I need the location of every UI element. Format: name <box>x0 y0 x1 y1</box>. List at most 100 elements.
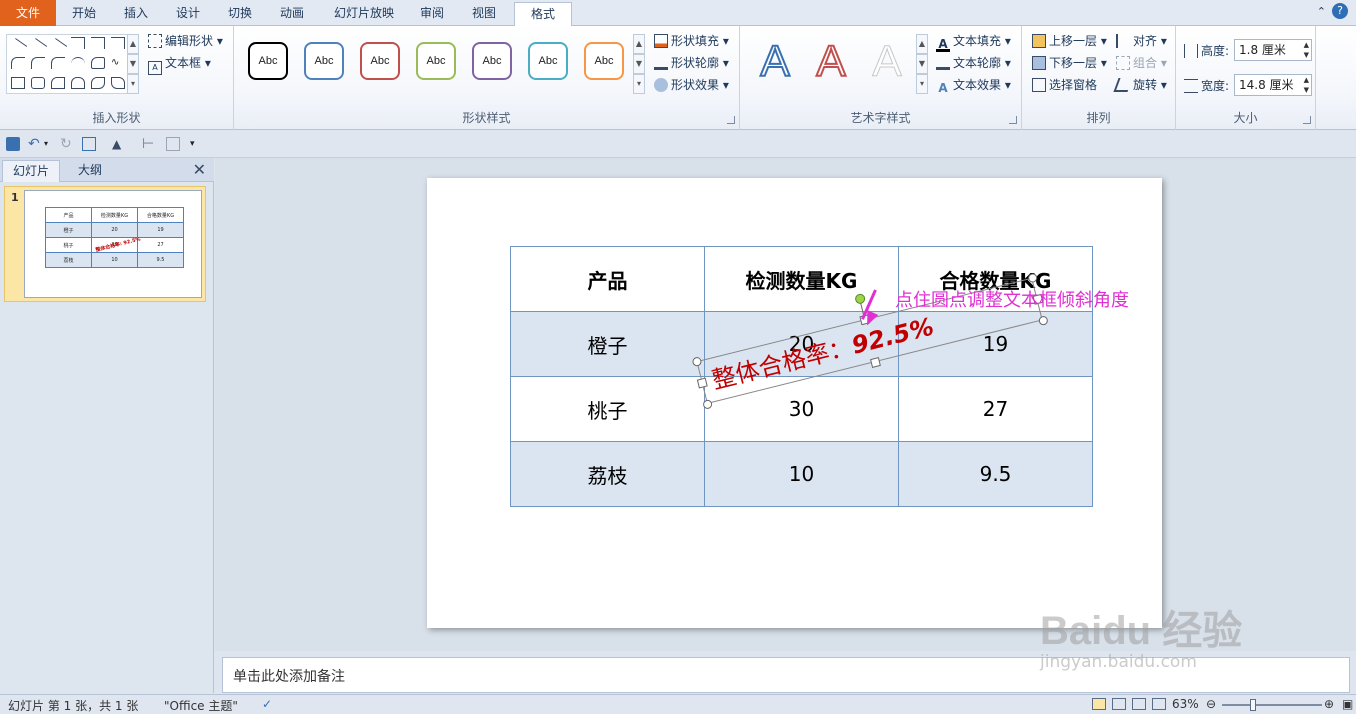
resize-handle-left[interactable] <box>696 377 708 389</box>
header-cell-product[interactable]: 产品 <box>510 246 705 312</box>
save-icon[interactable] <box>6 137 20 151</box>
curved-arrow-icon[interactable] <box>31 57 45 69</box>
crop-icon[interactable]: ⊢ <box>142 137 156 151</box>
theme-status[interactable]: "Office 主题" <box>164 697 238 714</box>
zoom-out-icon[interactable]: ⊖ <box>1206 697 1216 711</box>
tab-slides[interactable]: 幻灯片 <box>2 160 60 182</box>
slide-sorter-icon[interactable] <box>1112 698 1126 710</box>
styles-scroll-up-icon[interactable]: ▲ <box>633 34 645 54</box>
fit-to-window-icon[interactable]: ▣ <box>1342 697 1353 711</box>
tab-animations[interactable]: 动画 <box>270 2 314 26</box>
shape-effects-button[interactable]: 形状效果 ▾ <box>654 76 729 93</box>
elbow-connector-icon[interactable] <box>71 37 85 49</box>
round-diagonal-icon[interactable] <box>91 77 105 89</box>
shapes-scroll-up-icon[interactable]: ▲ <box>127 34 139 54</box>
align-button[interactable]: 对齐 ▾ <box>1116 32 1167 49</box>
tab-design[interactable]: 设计 <box>166 2 210 26</box>
tab-insert[interactable]: 插入 <box>114 2 158 26</box>
snip-diagonal-icon[interactable] <box>111 77 125 89</box>
scribble-icon[interactable]: ∿ <box>111 57 125 69</box>
shapes-gallery[interactable]: ∿ <box>6 34 134 94</box>
round-single-corner-icon[interactable] <box>71 77 85 89</box>
wordart-scroll-down-icon[interactable]: ▼ <box>916 54 928 74</box>
normal-view-icon[interactable] <box>1092 698 1106 710</box>
rounded-rectangle-icon[interactable] <box>31 77 45 89</box>
freeform-icon[interactable] <box>91 57 105 69</box>
text-outline-button[interactable]: 文本轮廓 ▾ <box>936 54 1011 71</box>
collapse-ribbon-icon[interactable]: ⌃ <box>1317 5 1326 18</box>
height-spinner-icon[interactable]: ▲ ▼ <box>1304 40 1309 60</box>
wordart-style-1[interactable]: A <box>750 37 800 87</box>
curve-icon[interactable] <box>71 57 85 69</box>
rectangle-shape-icon[interactable] <box>11 77 25 89</box>
width-spinner-icon[interactable]: ▲ ▼ <box>1304 75 1309 95</box>
rotate-button[interactable]: 旋转 ▾ <box>1113 76 1167 93</box>
text-fill-button[interactable]: A 文本填充 ▾ <box>936 32 1011 52</box>
text-box-button[interactable]: A 文本框 ▾ <box>148 54 211 75</box>
shapes-more-icon[interactable]: ▾ <box>127 74 139 94</box>
styles-scroll-down-icon[interactable]: ▼ <box>633 54 645 74</box>
tab-format[interactable]: 格式 <box>514 2 572 27</box>
shape-style-preset[interactable]: Abc <box>472 42 512 80</box>
shape-outline-button[interactable]: 形状轮廓 ▾ <box>654 54 729 71</box>
shape-style-preset[interactable]: Abc <box>248 42 288 80</box>
zoom-level[interactable]: 63% <box>1172 697 1199 711</box>
tab-slideshow[interactable]: 幻灯片放映 <box>326 2 402 26</box>
wordart-style-3[interactable]: A <box>862 37 912 86</box>
shape-styles-launcher-icon[interactable] <box>727 116 735 124</box>
wordart-style-2[interactable]: A <box>806 37 856 87</box>
wordart-more-icon[interactable]: ▾ <box>916 74 928 94</box>
tab-home[interactable]: 开始 <box>62 2 106 26</box>
shape-fill-button[interactable]: 形状填充 ▾ <box>654 32 729 49</box>
zoom-slider-thumb[interactable] <box>1250 699 1256 711</box>
selection-pane-button[interactable]: 选择窗格 <box>1032 76 1097 93</box>
distribute-icon[interactable] <box>166 137 180 151</box>
slideshow-view-icon[interactable] <box>1152 698 1166 710</box>
line-shape-icon[interactable] <box>8 38 28 56</box>
curved-connector-icon[interactable] <box>11 57 25 69</box>
group-button[interactable]: 组合 ▾ <box>1116 54 1167 71</box>
height-input[interactable]: 1.8 厘米 ▲ ▼ <box>1234 39 1312 61</box>
spell-check-icon[interactable]: ✓ <box>262 697 272 711</box>
table-cell[interactable]: 荔枝 <box>510 441 705 507</box>
elbow-arrow-icon[interactable] <box>91 37 105 49</box>
curved-double-arrow-icon[interactable] <box>51 57 65 69</box>
arrow-shape-icon[interactable] <box>28 38 48 56</box>
styles-more-icon[interactable]: ▾ <box>633 74 645 94</box>
tab-file[interactable]: 文件 <box>0 0 56 26</box>
customize-qat-icon[interactable]: ▾ <box>190 137 204 151</box>
slide-canvas[interactable]: 产品 检测数量KG 合格数量KG 橙子 20 19 桃子 30 27 荔枝 10… <box>427 178 1162 628</box>
table-cell[interactable]: 橙子 <box>510 311 705 377</box>
table-cell[interactable]: 27 <box>898 376 1093 442</box>
close-icon[interactable]: ✕ <box>193 160 206 179</box>
redo-icon[interactable]: ↻ <box>60 137 74 151</box>
shape-style-preset[interactable]: Abc <box>584 42 624 80</box>
slide-thumbnail[interactable]: 产品 检测数量KG 合格数量KG 橙子 20 19 桃子 30 27 荔枝 10 9.5 整体合… <box>24 190 202 298</box>
snip-rectangle-icon[interactable] <box>51 77 65 89</box>
size-launcher-icon[interactable] <box>1303 116 1311 124</box>
edit-shape-button[interactable]: 编辑形状 ▾ <box>148 32 223 49</box>
bring-forward-button[interactable]: 上移一层 ▾ <box>1032 32 1107 49</box>
text-effects-button[interactable]: A 文本效果 ▾ <box>936 76 1011 95</box>
shape-style-preset[interactable]: Abc <box>528 42 568 80</box>
notes-placeholder[interactable]: 单击此处添加备注 <box>233 666 345 686</box>
zoom-in-icon[interactable]: ⊕ <box>1324 697 1334 711</box>
tab-outline[interactable]: 大纲 <box>60 160 120 182</box>
shape-style-preset[interactable]: Abc <box>360 42 400 80</box>
reading-view-icon[interactable] <box>1132 698 1146 710</box>
format-painter-icon[interactable]: ▲ <box>112 137 126 151</box>
elbow-double-arrow-icon[interactable] <box>111 37 125 49</box>
shape-style-preset[interactable]: Abc <box>416 42 456 80</box>
width-input[interactable]: 14.8 厘米 ▲ ▼ <box>1234 74 1312 96</box>
slideshow-icon[interactable] <box>82 137 96 151</box>
wordart-scroll-up-icon[interactable]: ▲ <box>916 34 928 54</box>
zoom-slider[interactable] <box>1222 704 1322 706</box>
table-cell[interactable]: 10 <box>704 441 899 507</box>
shapes-scroll-down-icon[interactable]: ▼ <box>127 54 139 74</box>
tab-review[interactable]: 审阅 <box>410 2 454 26</box>
help-icon[interactable]: ? <box>1332 3 1348 19</box>
double-arrow-shape-icon[interactable] <box>48 38 68 56</box>
undo-dropdown-icon[interactable]: ▾ <box>44 137 58 151</box>
shape-style-preset[interactable]: Abc <box>304 42 344 80</box>
undo-icon[interactable]: ↶ <box>28 137 42 151</box>
